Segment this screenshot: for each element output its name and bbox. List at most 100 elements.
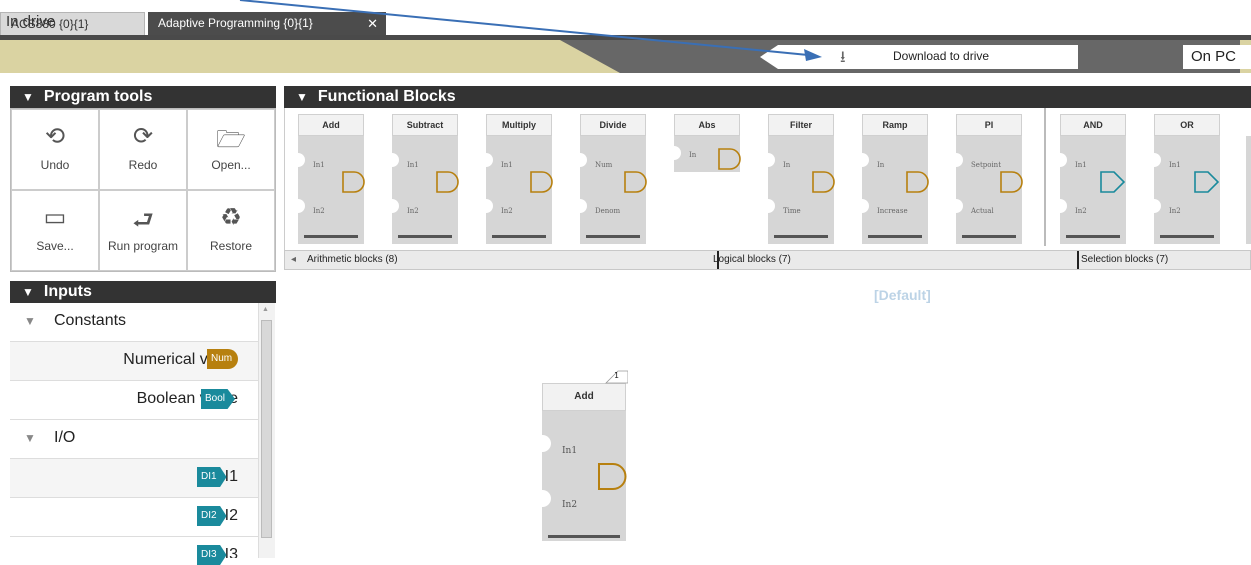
input-pin[interactable] [485,199,493,213]
undo-button[interactable]: ⟲ Undo [11,109,99,190]
input-pin[interactable] [391,153,399,167]
tool-label: Run program [107,239,179,253]
pin-label: In1 [1169,161,1181,169]
block-footer-bar [304,235,358,238]
tab-adaptive-programming[interactable]: Adaptive Programming {0}{1} ✕ [148,12,386,35]
block-abs[interactable]: Abs In [673,114,741,244]
redo-button[interactable]: ⟳ Redo [99,109,187,190]
output-pin-arith[interactable] [1000,171,1026,193]
block-divide[interactable]: Divide Num Denom [579,114,647,244]
input-pin[interactable] [485,153,493,167]
input-pin[interactable] [861,199,869,213]
group-io[interactable]: ▼ I/O [10,420,266,459]
output-pin-logic[interactable] [1194,171,1220,193]
block-title: Subtract [392,114,458,136]
category-marker[interactable] [1077,251,1079,269]
list-item[interactable]: DI1 [10,459,266,498]
block-title: Multiply [486,114,552,136]
block-filter[interactable]: Filter In Time [767,114,835,244]
output-pin-arith[interactable] [624,171,650,193]
download-icon: ⭳ [840,49,846,66]
output-pin-arith[interactable] [718,148,744,170]
output-pin-arith[interactable] [342,171,368,193]
input-pin[interactable] [1059,153,1067,167]
category-arithmetic[interactable]: Arithmetic blocks (8) [307,254,398,265]
output-pin-arith[interactable] [436,171,462,193]
tab-label: Adaptive Programming {0}{1} [158,16,313,30]
input-pin[interactable] [767,153,775,167]
pin-label: In2 [562,500,578,510]
run-program-button[interactable]: ⮐ Run program [99,190,187,271]
inputs-header[interactable]: ▼ Inputs [10,281,276,303]
list-item[interactable]: DI2 [10,498,266,537]
output-pin-arith[interactable] [598,463,628,491]
close-icon[interactable]: ✕ [367,12,378,35]
block-category-bar[interactable]: ◂ Arithmetic blocks (8) Logical blocks (… [284,250,1251,270]
output-pin-arith[interactable] [812,171,838,193]
input-pin[interactable] [1059,199,1067,213]
panel-title: Functional Blocks [317,88,456,105]
list-item[interactable]: DI3 [10,537,266,558]
input-pin[interactable] [1153,153,1161,167]
category-selection[interactable]: Selection blocks (7) [1081,254,1168,265]
collapse-triangle-icon: ▼ [24,314,36,328]
collapse-triangle-icon: ▼ [296,90,308,104]
pin-label: In2 [313,207,325,215]
block-pi[interactable]: PI Setpoint Actual [955,114,1023,244]
input-pin[interactable] [861,153,869,167]
save-icon: ▭ [43,204,67,231]
output-pin-arith[interactable] [530,171,556,193]
restore-button[interactable]: ♻ Restore [187,190,275,271]
pin-label: Denom [595,207,621,215]
collapse-triangle-icon: ▼ [22,90,34,104]
scrollbar-thumb[interactable] [261,320,272,538]
input-pin[interactable] [541,490,551,507]
input-pin[interactable] [391,199,399,213]
program-tools-header[interactable]: ▼ Program tools [10,86,276,108]
scroll-up-icon[interactable]: ▲ [262,306,269,313]
group-constants[interactable]: ▼ Constants [10,303,266,342]
input-pin[interactable] [297,199,305,213]
input-pin[interactable] [1153,199,1161,213]
input-pin[interactable] [767,199,775,213]
pin-label: In2 [1075,207,1087,215]
in-drive-label: In drive [6,13,56,30]
functional-blocks-header[interactable]: ▼ Functional Blocks [284,86,1251,108]
save-button[interactable]: ▭ Save... [11,190,99,271]
pin-label: In1 [501,161,513,169]
block-title: Ramp [862,114,928,136]
input-pin[interactable] [955,199,963,213]
input-pin[interactable] [579,199,587,213]
input-pin[interactable] [955,153,963,167]
input-pin[interactable] [297,153,305,167]
block-title: Add [298,114,364,136]
output-pin-logic[interactable] [1100,171,1126,193]
block-title: OR [1154,114,1220,136]
block-or[interactable]: OR In1 In2 [1153,114,1220,244]
category-logical[interactable]: Logical blocks (7) [713,254,791,265]
block-footer-bar [962,235,1016,238]
input-pin[interactable] [541,435,551,452]
input-pin[interactable] [673,146,681,160]
block-partial[interactable] [1246,136,1251,244]
open-button[interactable]: 🗁 Open... [187,109,275,190]
tool-label: Restore [209,239,253,253]
download-label: Download to drive [893,49,990,63]
scroll-left-icon[interactable]: ◂ [291,254,296,265]
pin-label: In [877,161,885,169]
block-footer-bar [492,235,546,238]
block-and[interactable]: AND In1 In2 [1059,114,1126,244]
output-pin-arith[interactable] [906,171,932,193]
block-title: Filter [768,114,834,136]
block-subtract[interactable]: Subtract In1 In2 [391,114,459,244]
canvas-add-block[interactable]: Add 1 In1 In2 [541,370,628,541]
block-ramp[interactable]: Ramp In Increase [861,114,929,244]
block-add[interactable]: Add In1 In2 [297,114,365,244]
restore-icon: ♻ [220,204,242,231]
panel-title: Inputs [43,283,92,300]
pin-label: In1 [562,446,578,456]
num-chip[interactable]: Num [207,349,239,369]
input-pin[interactable] [579,153,587,167]
block-multiply[interactable]: Multiply In1 In2 [485,114,553,244]
block-title: PI [956,114,1022,136]
